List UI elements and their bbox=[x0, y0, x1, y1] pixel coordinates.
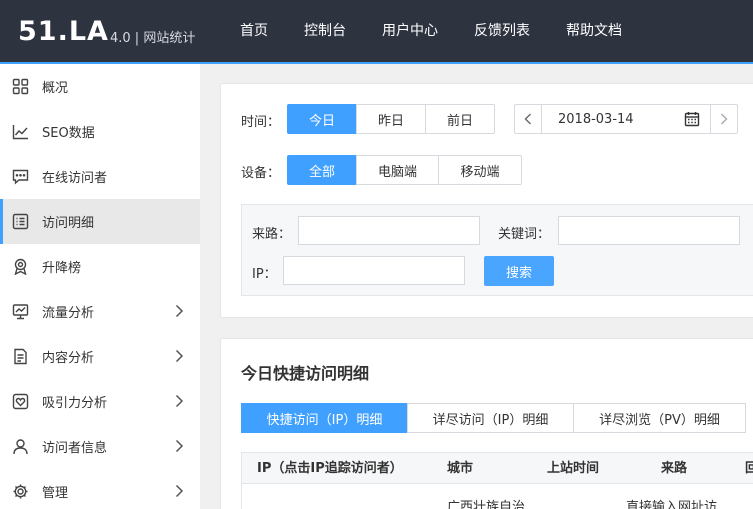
device-all-button[interactable]: 全部 bbox=[287, 155, 357, 185]
chat-icon bbox=[12, 168, 29, 185]
column-back: 回 bbox=[745, 461, 753, 476]
nav-home[interactable]: 首页 bbox=[222, 0, 286, 62]
time-today-button[interactable]: 今日 bbox=[287, 104, 357, 134]
column-time: 上站时间 bbox=[547, 461, 600, 476]
sidebar-item-traffic[interactable]: 流量分析 bbox=[0, 289, 200, 334]
sidebar-item-attraction[interactable]: 吸引力分析 bbox=[0, 379, 200, 424]
nav-user-center[interactable]: 用户中心 bbox=[364, 0, 456, 62]
time-label: 时间： bbox=[241, 115, 281, 130]
sidebar-item-overview[interactable]: 概况 bbox=[0, 64, 200, 109]
sidebar-item-seo[interactable]: SEO数据 bbox=[0, 109, 200, 154]
device-label: 设备： bbox=[241, 166, 281, 181]
source-input[interactable] bbox=[298, 216, 480, 245]
user-icon bbox=[12, 438, 29, 455]
search-box: 来路： 关键词： IP： 搜索 bbox=[241, 204, 753, 296]
sidebar-item-label: 访问者信息 bbox=[42, 441, 108, 456]
grid-icon bbox=[12, 78, 29, 95]
list-icon bbox=[12, 213, 29, 230]
time-yesterday-button[interactable]: 昨日 bbox=[356, 104, 426, 134]
top-nav: 首页 控制台 用户中心 反馈列表 帮助文档 bbox=[222, 0, 640, 62]
visit-list-panel: 今日快捷访问明细 快捷访问（IP）明细 详尽访问（IP）明细 详尽浏览（PV）明… bbox=[220, 338, 753, 509]
chevron-right-icon bbox=[721, 113, 728, 125]
chevron-right-icon bbox=[175, 439, 184, 453]
keyword-label: 关键词： bbox=[498, 227, 551, 242]
date-prev-button[interactable] bbox=[515, 105, 542, 133]
sidebar-item-online[interactable]: 在线访问者 bbox=[0, 154, 200, 199]
device-mobile-button[interactable]: 移动端 bbox=[438, 155, 522, 185]
date-value: 2018-03-14 bbox=[558, 111, 634, 127]
version-label: 4.0 | 网站统计 bbox=[110, 31, 196, 46]
sidebar-item-label: 流量分析 bbox=[42, 306, 95, 321]
device-group: 全部 电脑端 移动端 bbox=[287, 155, 522, 185]
top-header: 51.LA 4.0 | 网站统计 首页 控制台 用户中心 反馈列表 帮助文档 bbox=[0, 0, 753, 64]
table-row[interactable]: 广西壮族自治 直接输入网址访 bbox=[241, 484, 753, 509]
heart-icon bbox=[12, 393, 29, 410]
filter-panel: 时间： 今日 昨日 前日 2018-03-14 设备： 全部 电脑端 移动端 来… bbox=[220, 83, 753, 318]
chevron-right-icon bbox=[175, 304, 184, 318]
list-title: 今日快捷访问明细 bbox=[241, 364, 370, 383]
sidebar-item-label: SEO数据 bbox=[42, 126, 95, 141]
document-icon bbox=[12, 348, 29, 365]
line-chart-icon bbox=[12, 123, 29, 140]
device-pc-button[interactable]: 电脑端 bbox=[356, 155, 439, 185]
time-day-before-button[interactable]: 前日 bbox=[425, 104, 495, 134]
sidebar-item-manage[interactable]: 管理 bbox=[0, 469, 200, 509]
chevron-right-icon bbox=[175, 394, 184, 408]
chevron-right-icon bbox=[175, 349, 184, 363]
search-button[interactable]: 搜索 bbox=[484, 256, 554, 286]
sidebar-item-label: 吸引力分析 bbox=[42, 396, 108, 411]
sidebar-item-label: 概况 bbox=[42, 81, 69, 96]
time-range-group: 今日 昨日 前日 bbox=[287, 104, 495, 134]
column-city: 城市 bbox=[447, 461, 474, 476]
date-picker: 2018-03-14 bbox=[514, 104, 738, 134]
sidebar-item-label: 访问明细 bbox=[42, 216, 95, 231]
tab-detailed-pv[interactable]: 详尽浏览（PV）明细 bbox=[573, 403, 746, 433]
detail-tabs: 快捷访问（IP）明细 详尽访问（IP）明细 详尽浏览（PV）明细 bbox=[241, 403, 746, 433]
calendar-icon[interactable] bbox=[684, 111, 700, 127]
nav-console[interactable]: 控制台 bbox=[286, 0, 364, 62]
sidebar: 概况 SEO数据 在线访问者 访问明细 升降榜 流量分析 内容分析 吸引力分析 … bbox=[0, 64, 200, 509]
logo[interactable]: 51.LA 4.0 | 网站统计 bbox=[18, 15, 195, 47]
monitor-icon bbox=[12, 303, 29, 320]
row-city: 广西壮族自治 bbox=[447, 500, 526, 509]
sidebar-item-visit-detail[interactable]: 访问明细 bbox=[0, 199, 200, 244]
visit-table: IP（点击IP追踪访问者） 城市 上站时间 来路 回 广西壮族自治 直接输入网址… bbox=[241, 452, 753, 509]
date-field[interactable]: 2018-03-14 bbox=[542, 105, 710, 133]
table-header: IP（点击IP追踪访问者） 城市 上站时间 来路 回 bbox=[241, 452, 753, 484]
column-ip[interactable]: IP（点击IP追踪访问者） bbox=[257, 453, 403, 484]
chevron-right-icon bbox=[175, 484, 184, 498]
logo-mark: 51.LA bbox=[18, 15, 109, 47]
nav-feedback[interactable]: 反馈列表 bbox=[456, 0, 548, 62]
chevron-left-icon bbox=[524, 113, 531, 125]
source-label: 来路： bbox=[252, 227, 292, 242]
sidebar-item-label: 内容分析 bbox=[42, 351, 95, 366]
tab-quick-ip[interactable]: 快捷访问（IP）明细 bbox=[241, 403, 408, 433]
ip-label: IP： bbox=[252, 267, 277, 282]
tab-detailed-ip[interactable]: 详尽访问（IP）明细 bbox=[407, 403, 574, 433]
row-source: 直接输入网址访 bbox=[626, 500, 718, 509]
sidebar-item-ranking[interactable]: 升降榜 bbox=[0, 244, 200, 289]
sidebar-item-label: 管理 bbox=[42, 486, 69, 501]
sidebar-item-label: 升降榜 bbox=[42, 261, 82, 276]
date-next-button[interactable] bbox=[710, 105, 737, 133]
keyword-input[interactable] bbox=[558, 216, 740, 245]
sidebar-item-label: 在线访问者 bbox=[42, 171, 108, 186]
ip-input[interactable] bbox=[283, 256, 465, 285]
sidebar-item-visitor-info[interactable]: 访问者信息 bbox=[0, 424, 200, 469]
sidebar-item-content[interactable]: 内容分析 bbox=[0, 334, 200, 379]
medal-icon bbox=[12, 258, 29, 275]
nav-help[interactable]: 帮助文档 bbox=[548, 0, 640, 62]
gear-icon bbox=[12, 483, 29, 500]
column-source: 来路 bbox=[661, 461, 688, 476]
